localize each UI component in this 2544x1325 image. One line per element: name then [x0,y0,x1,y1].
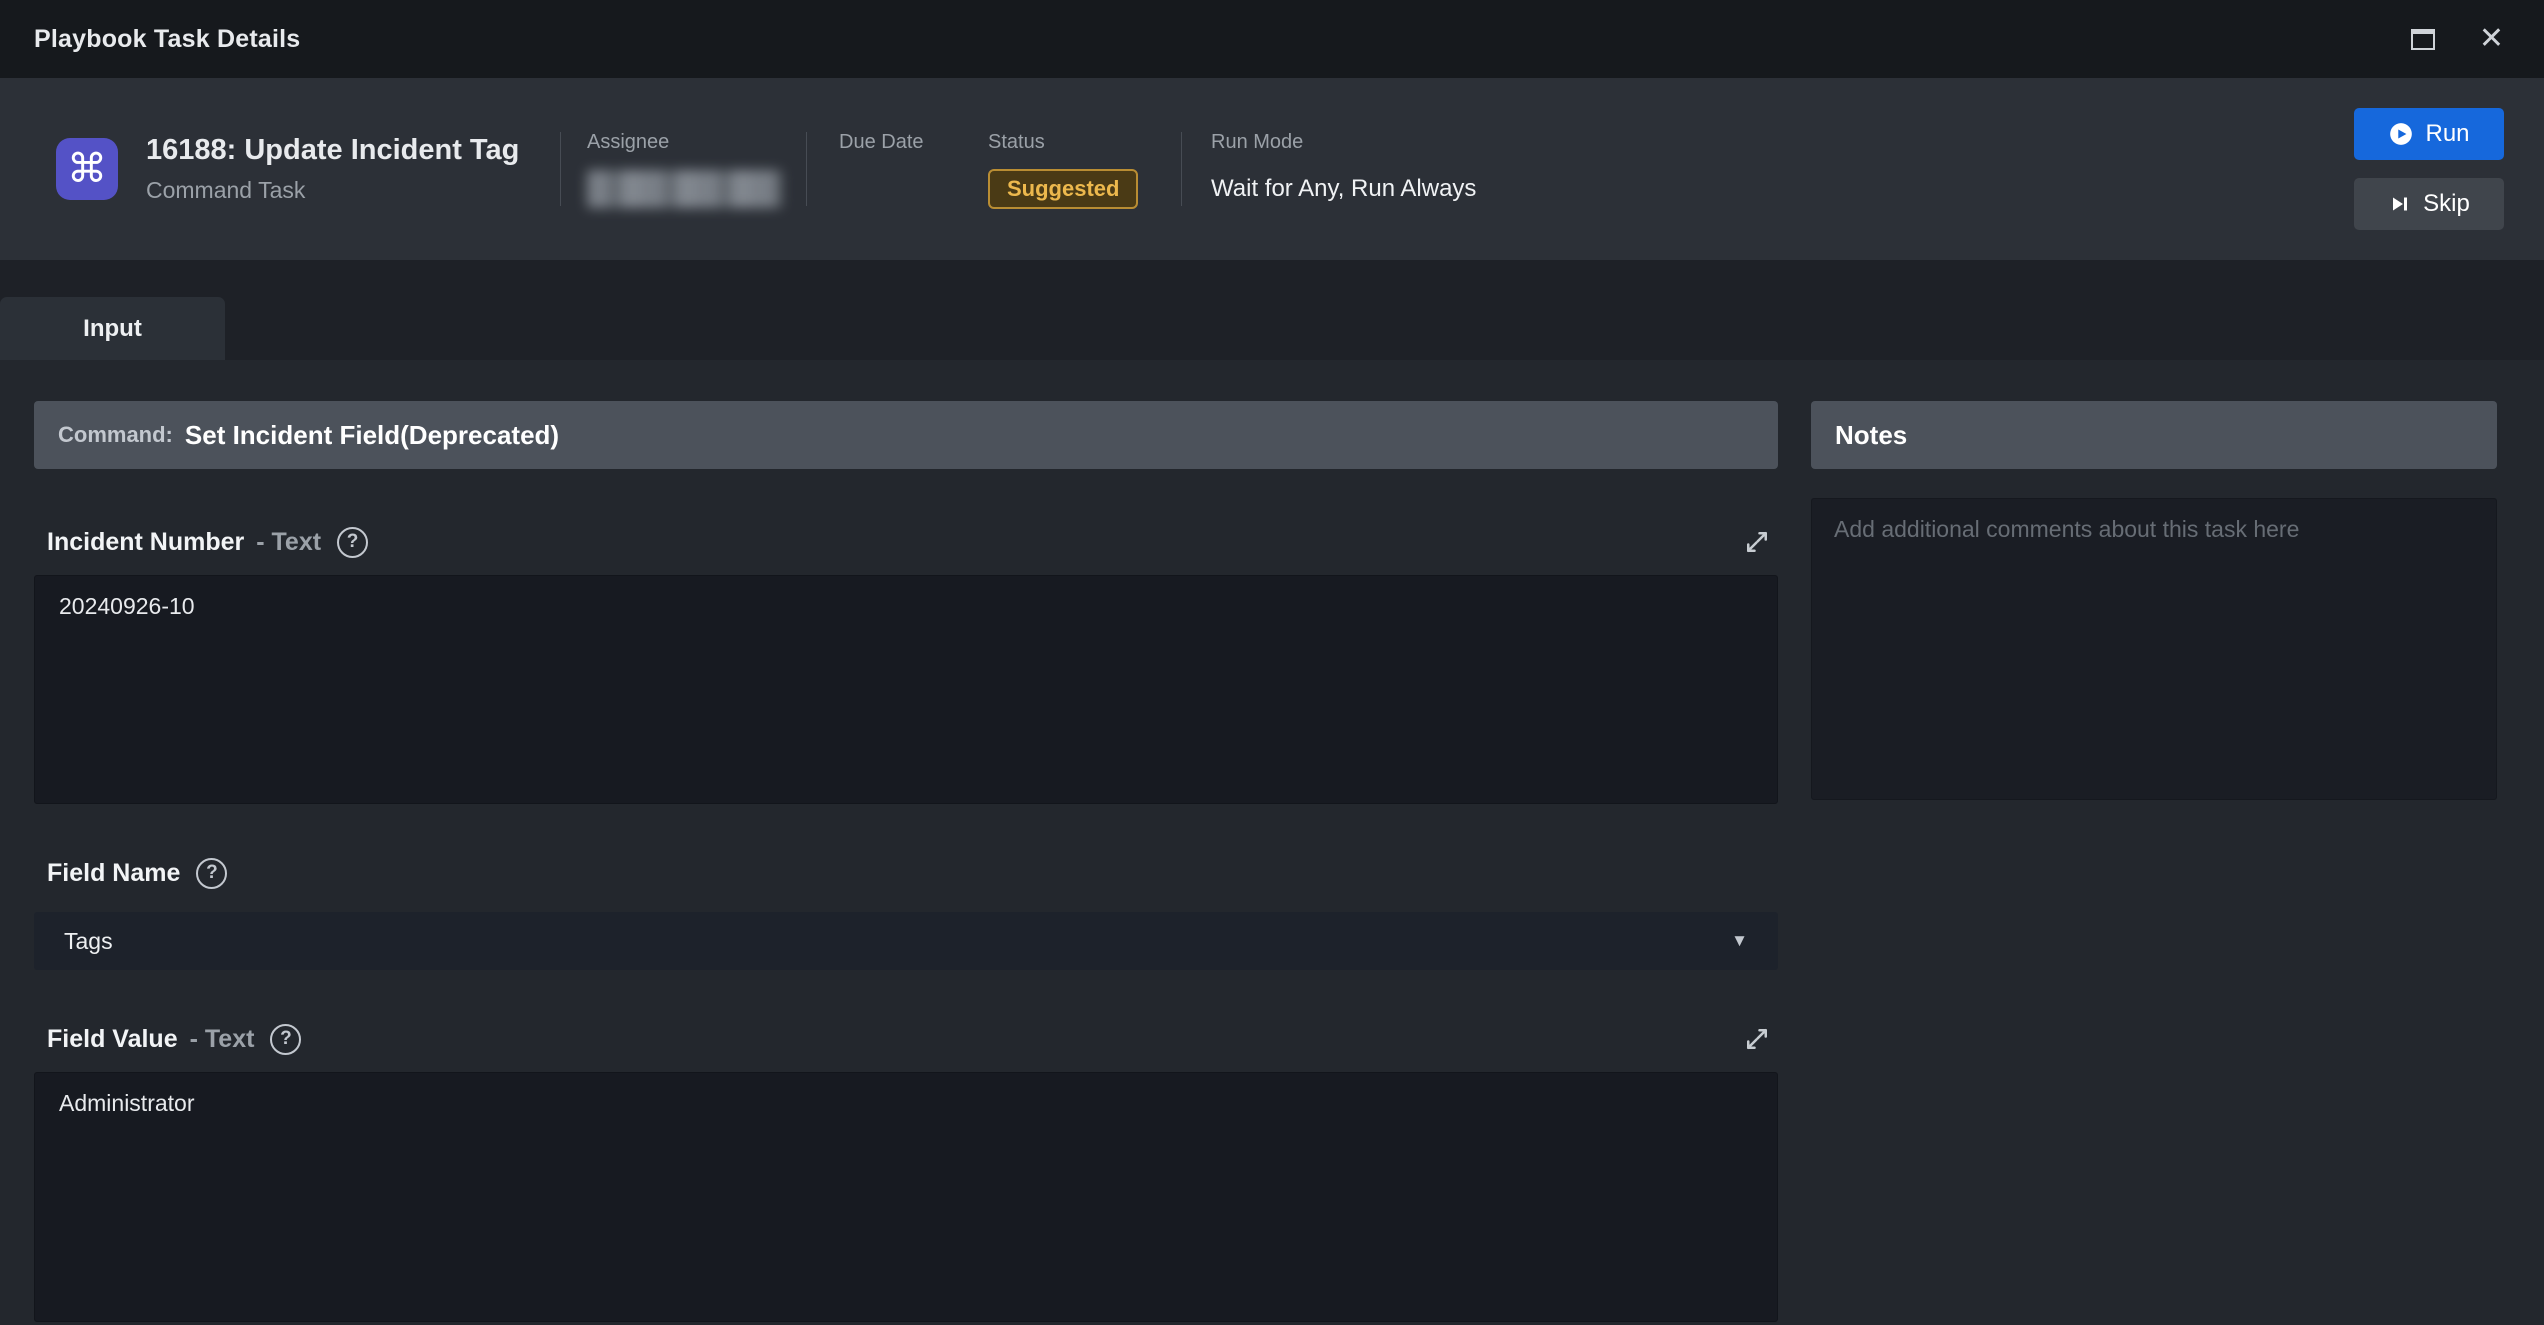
help-icon[interactable]: ? [196,858,227,889]
status-badge: Suggested [988,169,1138,209]
dialog-title: Playbook Task Details [34,25,300,54]
notes-header-title: Notes [1835,420,1907,451]
skip-forward-icon [2388,192,2412,216]
skip-button-label: Skip [2423,190,2470,218]
command-bar-value: Set Incident Field(Deprecated) [185,420,559,451]
notes-header-bar: Notes [1811,401,2497,469]
dialog-titlebar: Playbook Task Details ✕ [0,0,2544,78]
command-bar: Command: Set Incident Field(Deprecated) [34,401,1778,469]
task-title: 16188: Update Incident Tag [146,134,519,167]
input-form-column: Command: Set Incident Field(Deprecated) … [34,401,1778,1325]
run-mode-label: Run Mode [1211,131,1476,154]
field-name-selected-value: Tags [64,928,113,955]
run-button[interactable]: Run [2354,108,2504,160]
field-value-field-header: Field Value - Text ? [34,1018,1778,1060]
assignee-label: Assignee [587,131,806,154]
close-icon[interactable]: ✕ [2479,24,2504,54]
assignee-column: Assignee [561,129,806,210]
tab-input[interactable]: Input [0,297,225,360]
assignee-redacted-name [587,170,782,208]
field-name-select[interactable]: Tags ▼ [34,912,1778,970]
expand-icon[interactable] [1742,1024,1772,1054]
field-value-input[interactable]: Administrator [34,1072,1778,1322]
skip-button[interactable]: Skip [2354,178,2504,230]
run-mode-value: Wait for Any, Run Always [1211,168,1476,210]
due-date-value [839,168,988,210]
header-actions: Run Skip [2354,108,2504,230]
notes-column: Notes [1811,401,2497,1325]
incident-number-field-header: Incident Number - Text ? [34,521,1778,563]
task-identity: ⌘ 16188: Update Incident Tag Command Tas… [56,134,560,204]
field-value-label: Field Value [47,1025,178,1054]
status-value: Suggested [988,168,1181,210]
field-name-field-header: Field Name ? [34,852,1778,894]
field-value-type: - Text [190,1025,255,1054]
run-button-label: Run [2425,120,2469,148]
help-icon[interactable]: ? [337,527,368,558]
tab-strip: Input [0,260,2544,360]
incident-number-input[interactable]: 20240926-10 [34,575,1778,804]
expand-icon[interactable] [1742,527,1772,557]
chevron-down-icon: ▼ [1731,931,1748,951]
incident-number-label: Incident Number [47,528,244,557]
status-column: Status Suggested [988,129,1181,210]
play-circle-icon [2388,121,2414,147]
command-task-icon: ⌘ [56,138,118,200]
task-details-content: Command: Set Incident Field(Deprecated) … [0,360,2544,1325]
notes-input[interactable] [1811,498,2497,800]
maximize-icon[interactable] [2411,29,2435,50]
task-type: Command Task [146,177,519,204]
incident-number-type: - Text [256,528,321,557]
command-bar-label: Command: [58,422,173,448]
assignee-value [587,168,806,210]
due-date-label: Due Date [839,131,988,154]
status-label: Status [988,131,1181,154]
titlebar-actions: ✕ [2411,24,2504,54]
run-mode-column: Run Mode Wait for Any, Run Always [1182,129,1476,210]
task-header: ⌘ 16188: Update Incident Tag Command Tas… [0,78,2544,260]
task-heading: 16188: Update Incident Tag Command Task [146,134,519,204]
field-name-label: Field Name [47,859,180,888]
help-icon[interactable]: ? [270,1024,301,1055]
due-date-column: Due Date [807,129,988,210]
